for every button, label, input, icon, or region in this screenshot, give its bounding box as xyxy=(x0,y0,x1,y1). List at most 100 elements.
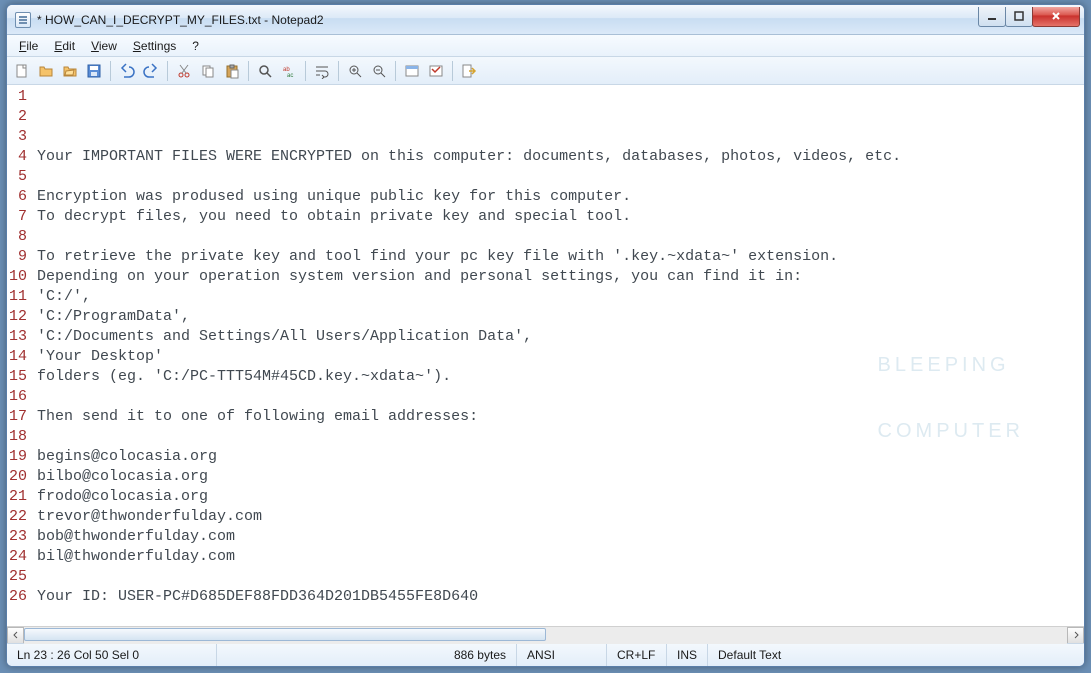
open-file-button[interactable] xyxy=(35,60,57,82)
open-folder-icon xyxy=(38,63,54,79)
copy-icon xyxy=(200,63,216,79)
line-number: 26 xyxy=(7,587,27,607)
menubar: File Edit View Settings ? xyxy=(7,35,1084,57)
save-icon xyxy=(86,63,102,79)
line-number: 3 xyxy=(7,127,27,147)
code-line[interactable] xyxy=(37,167,1084,187)
undo-button[interactable] xyxy=(116,60,138,82)
line-number: 5 xyxy=(7,167,27,187)
text-area[interactable]: BLEEPING COMPUTER Your IMPORTANT FILES W… xyxy=(31,85,1084,626)
code-line[interactable] xyxy=(37,607,1084,626)
customize-icon xyxy=(428,63,444,79)
copy-button[interactable] xyxy=(197,60,219,82)
scroll-thumb[interactable] xyxy=(24,628,546,641)
line-number: 14 xyxy=(7,347,27,367)
line-number: 9 xyxy=(7,247,27,267)
word-wrap-icon xyxy=(314,63,330,79)
undo-icon xyxy=(119,63,135,79)
zoom-in-button[interactable] xyxy=(344,60,366,82)
scroll-track[interactable] xyxy=(24,627,1067,644)
toolbar: abac xyxy=(7,57,1084,85)
scheme-icon xyxy=(404,63,420,79)
line-number: 4 xyxy=(7,147,27,167)
line-gutter: 1234567891011121314151617181920212223242… xyxy=(7,85,31,626)
code-line[interactable]: bil@thwonderfulday.com xyxy=(37,547,1084,567)
line-number: 25 xyxy=(7,567,27,587)
code-line[interactable]: 'C:/Documents and Settings/All Users/App… xyxy=(37,327,1084,347)
menu-settings[interactable]: Settings xyxy=(125,37,184,55)
code-line[interactable]: begins@colocasia.org xyxy=(37,447,1084,467)
svg-text:ac: ac xyxy=(287,73,293,79)
window-controls xyxy=(979,7,1080,27)
line-number: 24 xyxy=(7,547,27,567)
titlebar[interactable]: * HOW_CAN_I_DECRYPT_MY_FILES.txt - Notep… xyxy=(7,5,1084,35)
status-bytes: 886 bytes xyxy=(217,644,517,666)
redo-button[interactable] xyxy=(140,60,162,82)
customize-button[interactable] xyxy=(425,60,447,82)
scroll-left-button[interactable] xyxy=(7,627,24,644)
exit-icon xyxy=(461,63,477,79)
line-number: 15 xyxy=(7,367,27,387)
line-number: 1 xyxy=(7,87,27,107)
code-line[interactable]: Encryption was prodused using unique pub… xyxy=(37,187,1084,207)
code-line[interactable] xyxy=(37,227,1084,247)
browse-icon xyxy=(62,63,78,79)
zoom-out-button[interactable] xyxy=(368,60,390,82)
find-icon xyxy=(257,63,273,79)
code-line[interactable]: Then send it to one of following email a… xyxy=(37,407,1084,427)
maximize-button[interactable] xyxy=(1005,7,1033,27)
status-eol: CR+LF xyxy=(607,644,667,666)
paste-icon xyxy=(224,63,240,79)
window-title: * HOW_CAN_I_DECRYPT_MY_FILES.txt - Notep… xyxy=(37,13,324,27)
save-button[interactable] xyxy=(83,60,105,82)
code-line[interactable]: 'Your Desktop' xyxy=(37,347,1084,367)
menu-edit[interactable]: Edit xyxy=(46,37,83,55)
exit-button[interactable] xyxy=(458,60,480,82)
scheme-button[interactable] xyxy=(401,60,423,82)
line-number: 7 xyxy=(7,207,27,227)
menu-help[interactable]: ? xyxy=(184,37,207,55)
browse-button[interactable] xyxy=(59,60,81,82)
replace-button[interactable]: abac xyxy=(278,60,300,82)
find-button[interactable] xyxy=(254,60,276,82)
line-number: 20 xyxy=(7,467,27,487)
line-number: 8 xyxy=(7,227,27,247)
line-number: 13 xyxy=(7,327,27,347)
menu-file[interactable]: File xyxy=(11,37,46,55)
code-line[interactable]: To decrypt files, you need to obtain pri… xyxy=(37,207,1084,227)
redo-icon xyxy=(143,63,159,79)
status-syntax: Default Text xyxy=(708,644,1084,666)
replace-icon: abac xyxy=(281,63,297,79)
code-line[interactable]: Your IMPORTANT FILES WERE ENCRYPTED on t… xyxy=(37,147,1084,167)
paste-button[interactable] xyxy=(221,60,243,82)
code-line[interactable] xyxy=(37,427,1084,447)
close-button[interactable] xyxy=(1032,7,1080,27)
status-insert-mode: INS xyxy=(667,644,708,666)
horizontal-scrollbar[interactable] xyxy=(7,626,1084,643)
statusbar: Ln 23 : 26 Col 50 Sel 0 886 bytes ANSI C… xyxy=(7,643,1084,666)
code-line[interactable]: Depending on your operation system versi… xyxy=(37,267,1084,287)
line-number: 6 xyxy=(7,187,27,207)
code-line[interactable] xyxy=(37,567,1084,587)
menu-view[interactable]: View xyxy=(83,37,125,55)
new-file-button[interactable] xyxy=(11,60,33,82)
code-line[interactable]: trevor@thwonderfulday.com xyxy=(37,507,1084,527)
line-number: 12 xyxy=(7,307,27,327)
code-line[interactable]: Your ID: USER-PC#D685DEF88FDD364D201DB54… xyxy=(37,587,1084,607)
code-line[interactable]: 'C:/ProgramData', xyxy=(37,307,1084,327)
word-wrap-button[interactable] xyxy=(311,60,333,82)
code-line[interactable]: bilbo@colocasia.org xyxy=(37,467,1084,487)
line-number: 21 xyxy=(7,487,27,507)
line-number: 23 xyxy=(7,527,27,547)
scroll-right-button[interactable] xyxy=(1067,627,1084,644)
code-line[interactable]: frodo@colocasia.org xyxy=(37,487,1084,507)
code-line[interactable] xyxy=(37,387,1084,407)
editor[interactable]: 1234567891011121314151617181920212223242… xyxy=(7,85,1084,626)
line-number: 18 xyxy=(7,427,27,447)
code-line[interactable]: To retrieve the private key and tool fin… xyxy=(37,247,1084,267)
code-line[interactable]: 'C:/', xyxy=(37,287,1084,307)
code-line[interactable]: bob@thwonderfulday.com xyxy=(37,527,1084,547)
minimize-button[interactable] xyxy=(978,7,1006,27)
code-line[interactable]: folders (eg. 'C:/PC-TTT54M#45CD.key.~xda… xyxy=(37,367,1084,387)
cut-button[interactable] xyxy=(173,60,195,82)
